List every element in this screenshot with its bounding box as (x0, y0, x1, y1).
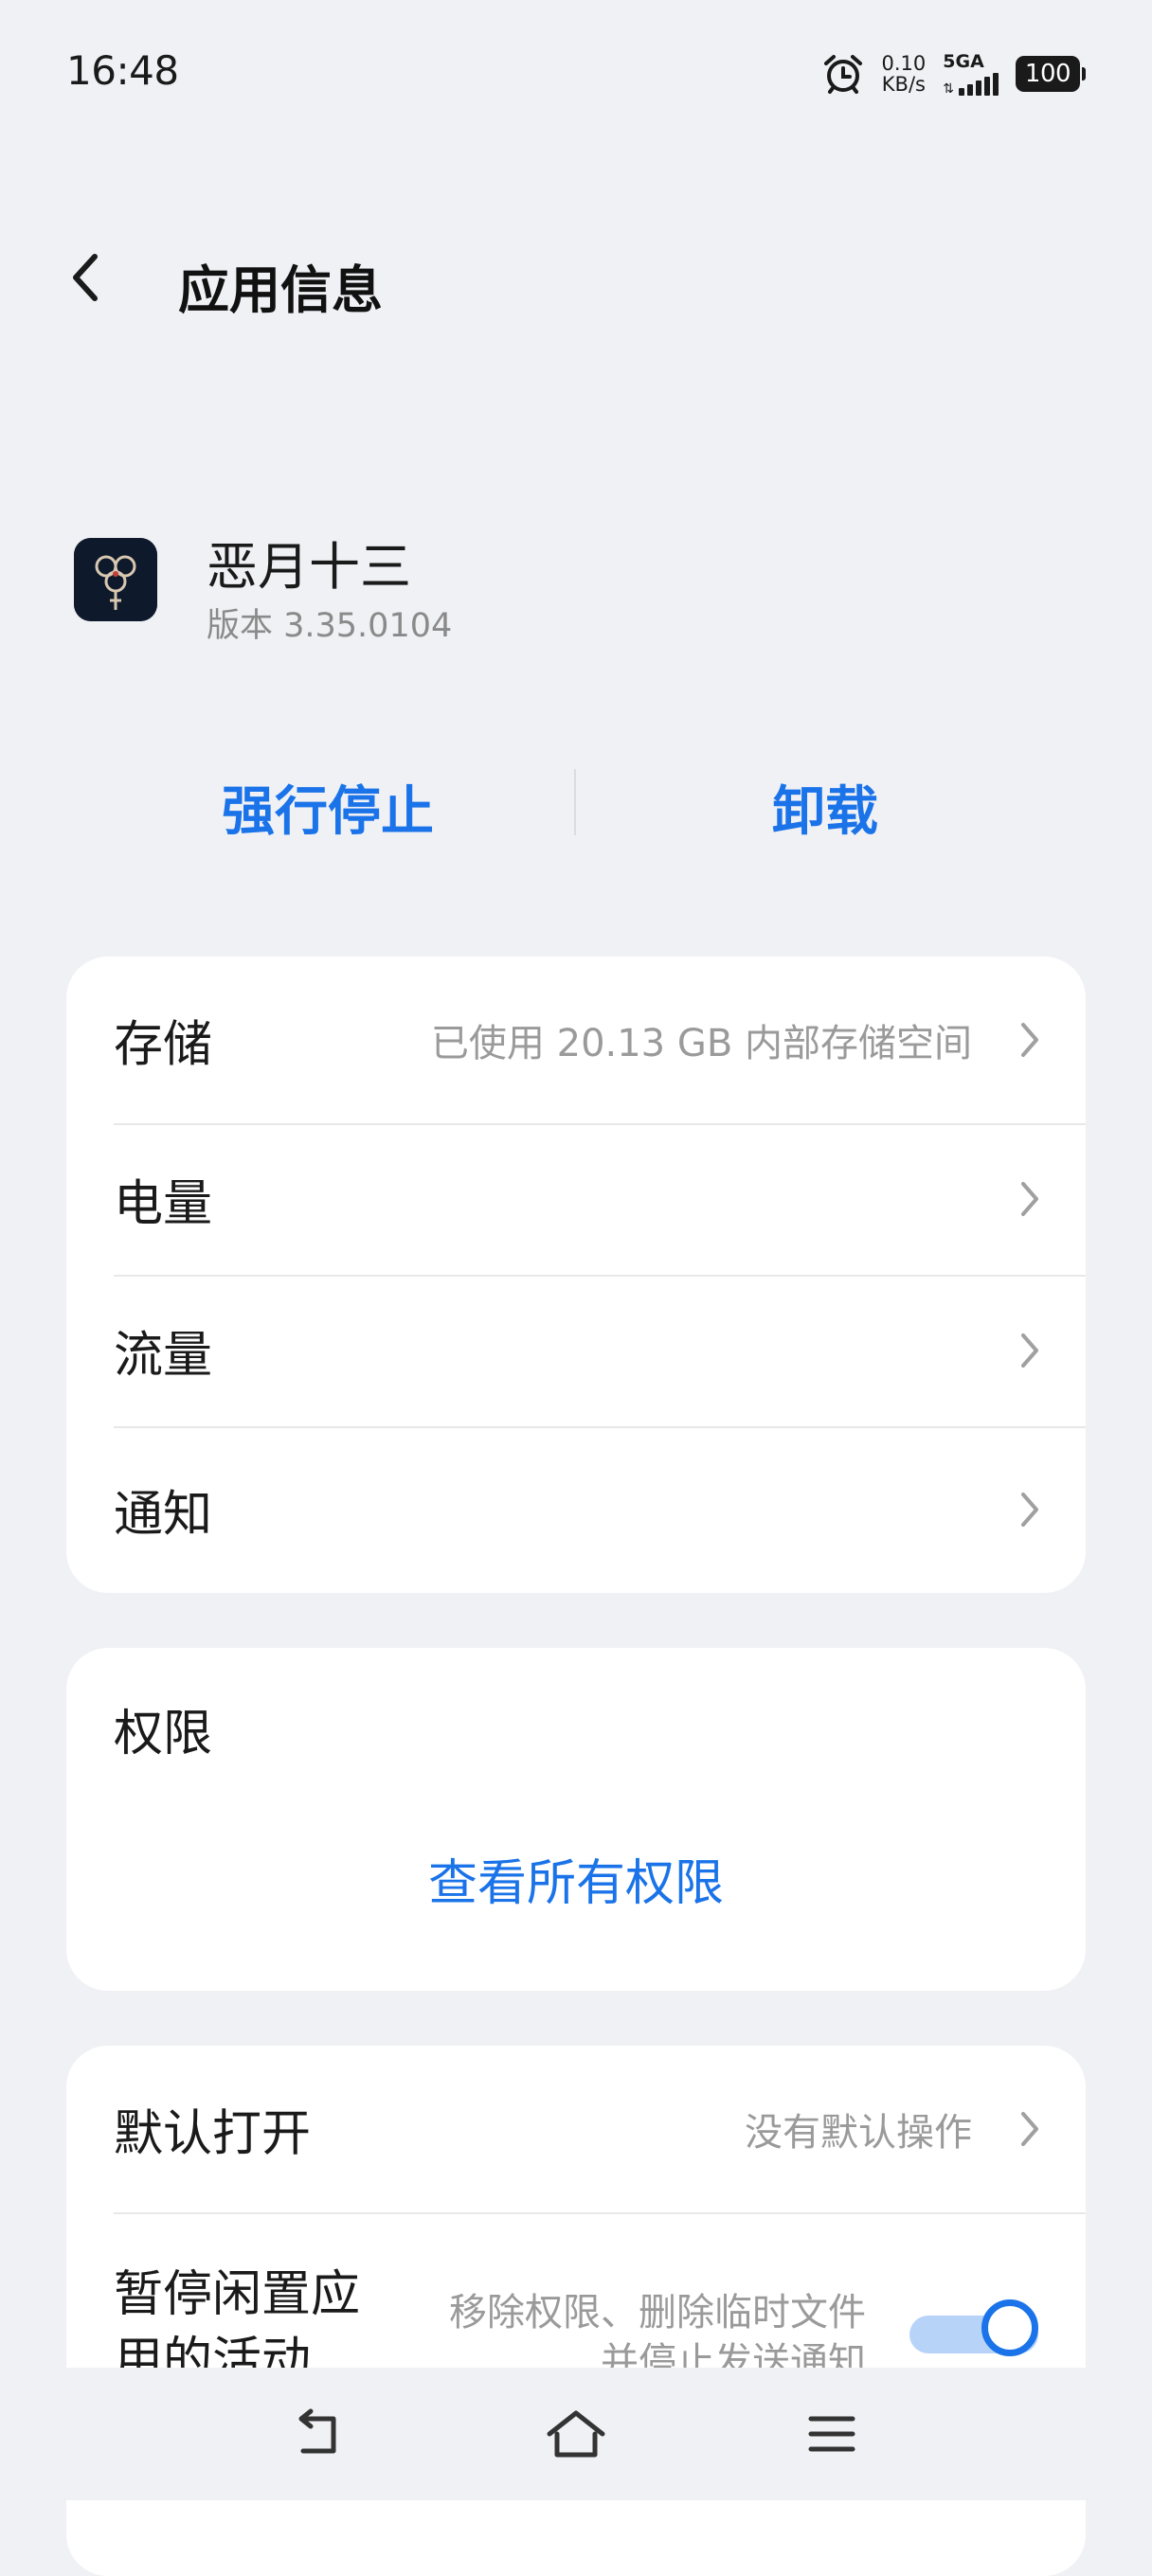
data-arrows-icon: ⇅ (943, 80, 954, 97)
row-divider (114, 2212, 1086, 2214)
permissions-card: 权限 查看所有权限 (66, 1648, 1086, 1991)
signal-strength-icon: 5GA ⇅ (943, 50, 999, 97)
status-time: 16:48 (66, 47, 179, 94)
network-speed: 0.10 KB/s (882, 53, 927, 95)
view-all-permissions-link[interactable]: 查看所有权限 (66, 1843, 1086, 1914)
app-name: 恶月十三 (207, 537, 411, 597)
permissions-title: 权限 (114, 1706, 213, 1762)
menu-icon (808, 2416, 855, 2452)
net-speed-unit: KB/s (881, 73, 926, 96)
battery-level: 100 (1016, 56, 1080, 92)
net-speed-value: 0.10 (881, 51, 927, 75)
navigation-bar (0, 2368, 1152, 2500)
storage-value: 已使用 20.13 GB 内部存储空间 (430, 1022, 972, 1065)
notifications-label: 通知 (114, 1486, 213, 1544)
settings-card: 存储 已使用 20.13 GB 内部存储空间 电量 流量 通知 (66, 957, 1086, 1593)
chevron-right-icon (1021, 1333, 1038, 1368)
battery-usage-label: 电量 (114, 1175, 213, 1233)
nav-menu-button[interactable] (794, 2396, 870, 2472)
default-open-label: 默认打开 (114, 2105, 312, 2163)
status-icons: 0.10 KB/s 5GA ⇅ 100 (821, 45, 1086, 102)
default-open-row[interactable]: 默认打开 没有默认操作 (66, 2046, 1086, 2212)
action-divider (574, 769, 576, 835)
app-icon (74, 538, 157, 621)
force-stop-button[interactable]: 强行停止 (222, 769, 434, 846)
status-bar: 16:48 0.10 KB/s 5GA ⇅ 100 (0, 0, 1152, 152)
uninstall-button[interactable]: 卸载 (772, 769, 878, 846)
page-title: 应用信息 (178, 260, 383, 320)
storage-row[interactable]: 存储 已使用 20.13 GB 内部存储空间 (66, 957, 1086, 1123)
data-usage-row[interactable]: 流量 (66, 1275, 1086, 1426)
battery-icon: 100 (1016, 56, 1086, 92)
nav-home-button[interactable] (538, 2396, 614, 2472)
pause-unused-app-toggle[interactable] (909, 2299, 1038, 2366)
alarm-clock-icon (821, 52, 865, 96)
chevron-right-icon (1021, 1182, 1038, 1216)
storage-label: 存储 (114, 1016, 213, 1074)
chevron-left-icon (73, 254, 98, 301)
toggle-knob (981, 2299, 1038, 2356)
network-type: 5GA (943, 50, 984, 72)
default-open-value: 没有默认操作 (745, 2111, 972, 2155)
chevron-right-icon (1021, 1023, 1038, 1057)
app-version: 版本 3.35.0104 (207, 607, 453, 645)
chevron-right-icon (1021, 2112, 1038, 2146)
chevron-right-icon (1021, 1493, 1038, 1527)
battery-usage-row[interactable]: 电量 (66, 1123, 1086, 1275)
back-button[interactable] (66, 244, 123, 311)
back-icon (298, 2408, 336, 2454)
nav-back-button[interactable] (282, 2396, 358, 2472)
home-icon (547, 2410, 605, 2458)
notifications-row[interactable]: 通知 (66, 1426, 1086, 1593)
data-usage-label: 流量 (114, 1327, 213, 1385)
